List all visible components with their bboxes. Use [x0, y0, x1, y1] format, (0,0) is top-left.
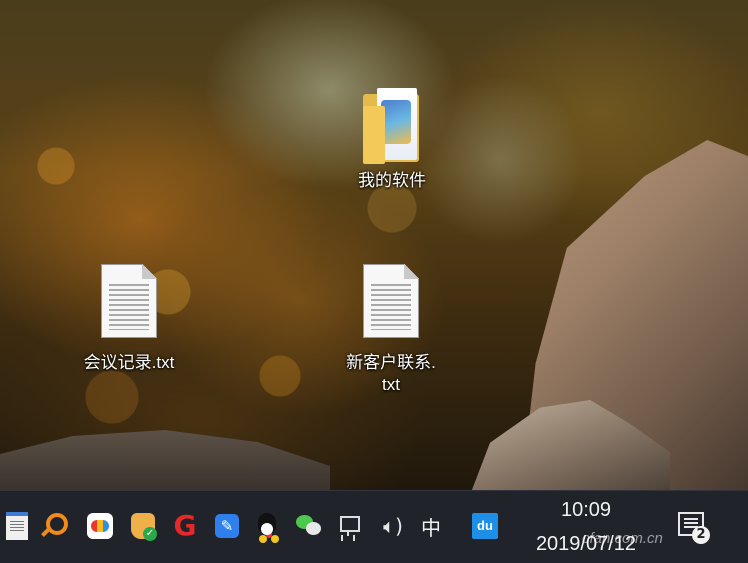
desktop-icon-label: 会议记录.txt — [83, 353, 175, 372]
desktop-icon-label: 新客户联系. txt — [346, 352, 436, 396]
taskbar-notepad[interactable] — [2, 511, 32, 541]
notification-badge: 2 — [692, 526, 710, 544]
g-app-icon: G — [173, 509, 197, 542]
tray-du[interactable]: du — [470, 511, 500, 541]
desktop-icon-meeting-notes[interactable]: 会议记录.txt — [66, 264, 192, 374]
ime-indicator[interactable]: 中 — [421, 512, 441, 541]
text-file-icon — [363, 264, 419, 338]
text-file-icon — [101, 264, 157, 338]
du-icon: du — [472, 513, 498, 539]
tray-wechat[interactable] — [294, 511, 324, 541]
watermark: cfan.com.cn — [582, 530, 663, 547]
desktop-wallpaper: 我的软件 会议记录.txt 新客户联系. txt — [0, 0, 748, 490]
taskbar-search[interactable] — [44, 511, 74, 541]
security-guard-icon — [131, 513, 157, 541]
wechat-icon — [296, 515, 322, 537]
label-line-2: txt — [382, 374, 400, 394]
clock-time: 10:09 — [560, 499, 612, 521]
taskbar-memo[interactable]: ✎ — [212, 511, 242, 541]
taskbar-clock[interactable]: 10:09 2019/07/12 — [520, 496, 652, 558]
desktop-icon-new-client-contacts[interactable]: 新客户联系. txt — [328, 264, 454, 396]
action-center-button[interactable]: 2 — [676, 510, 710, 544]
network-icon — [339, 515, 363, 537]
speaker-icon: 🔈︎) — [383, 514, 403, 538]
desktop-icon-my-software[interactable]: 我的软件 — [346, 86, 438, 192]
baidu-netdisk-icon — [87, 513, 113, 539]
desktop-icon-label: 我的软件 — [358, 171, 426, 190]
taskbar-g-app[interactable]: G — [170, 511, 200, 541]
taskbar-baidu-netdisk[interactable] — [85, 511, 115, 541]
tray-volume[interactable]: 🔈︎) — [378, 511, 408, 541]
label-line-1: 新客户联系. — [346, 353, 436, 372]
taskbar-qq[interactable] — [252, 511, 282, 541]
qq-icon — [256, 513, 278, 539]
notepad-icon — [6, 512, 28, 540]
wallpaper-foliage — [0, 40, 560, 460]
memo-icon: ✎ — [215, 514, 239, 538]
folder-icon — [363, 86, 421, 164]
search-icon — [46, 513, 68, 535]
taskbar-security-guard[interactable] — [128, 511, 158, 541]
tray-network[interactable] — [336, 511, 366, 541]
